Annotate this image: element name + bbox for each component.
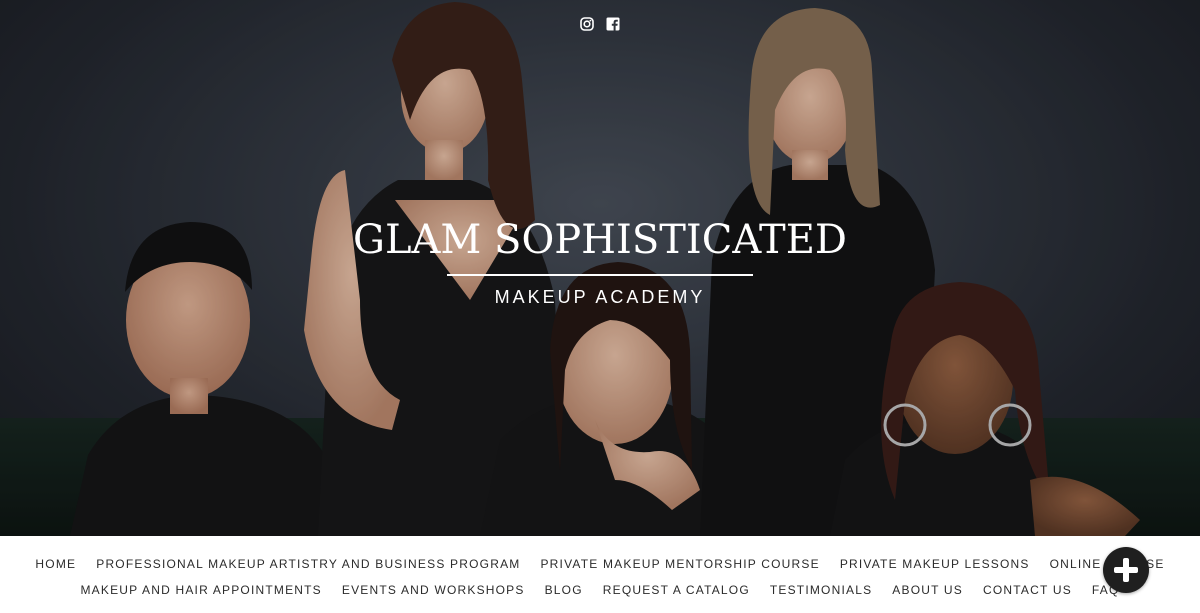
brand-title[interactable]: GLAM SOPHISTICATED [300,212,900,268]
hero-banner: GLAM SOPHISTICATED MAKEUP ACADEMY [0,0,1200,536]
instagram-link[interactable] [580,16,594,31]
main-navigation: HOME PROFESSIONAL MAKEUP ARTISTRY AND BU… [0,536,1200,613]
plus-icon-vertical [1123,558,1129,582]
nav-link-home[interactable]: HOME [25,556,86,572]
brand-divider [447,274,753,276]
nav-link-private-lessons[interactable]: PRIVATE MAKEUP LESSONS [830,556,1040,572]
nav-link-professional-program[interactable]: PROFESSIONAL MAKEUP ARTISTRY AND BUSINES… [86,556,530,572]
instagram-icon [580,17,594,31]
nav-link-testimonials[interactable]: TESTIMONIALS [760,582,882,598]
facebook-icon [606,17,620,31]
nav-link-events-workshops[interactable]: EVENTS AND WORKSHOPS [332,582,535,598]
nav-link-request-catalog[interactable]: REQUEST A CATALOG [593,582,760,598]
nav-link-about-us[interactable]: ABOUT US [882,582,973,598]
social-links [580,16,620,31]
nav-link-blog[interactable]: BLOG [535,582,593,598]
nav-link-contact-us[interactable]: CONTACT US [973,582,1082,598]
brand-block: GLAM SOPHISTICATED MAKEUP ACADEMY [300,212,900,308]
nav-row-1: HOME PROFESSIONAL MAKEUP ARTISTRY AND BU… [0,556,1200,572]
nav-row-2: MAKEUP AND HAIR APPOINTMENTS EVENTS AND … [0,582,1200,598]
facebook-link[interactable] [606,16,620,31]
brand-subtitle: MAKEUP ACADEMY [494,287,706,307]
nav-link-appointments[interactable]: MAKEUP AND HAIR APPOINTMENTS [70,582,331,598]
plus-button[interactable] [1103,547,1149,593]
nav-link-mentorship-course[interactable]: PRIVATE MAKEUP MENTORSHIP COURSE [530,556,829,572]
page: GLAM SOPHISTICATED MAKEUP ACADEMY HOME P… [0,0,1200,613]
